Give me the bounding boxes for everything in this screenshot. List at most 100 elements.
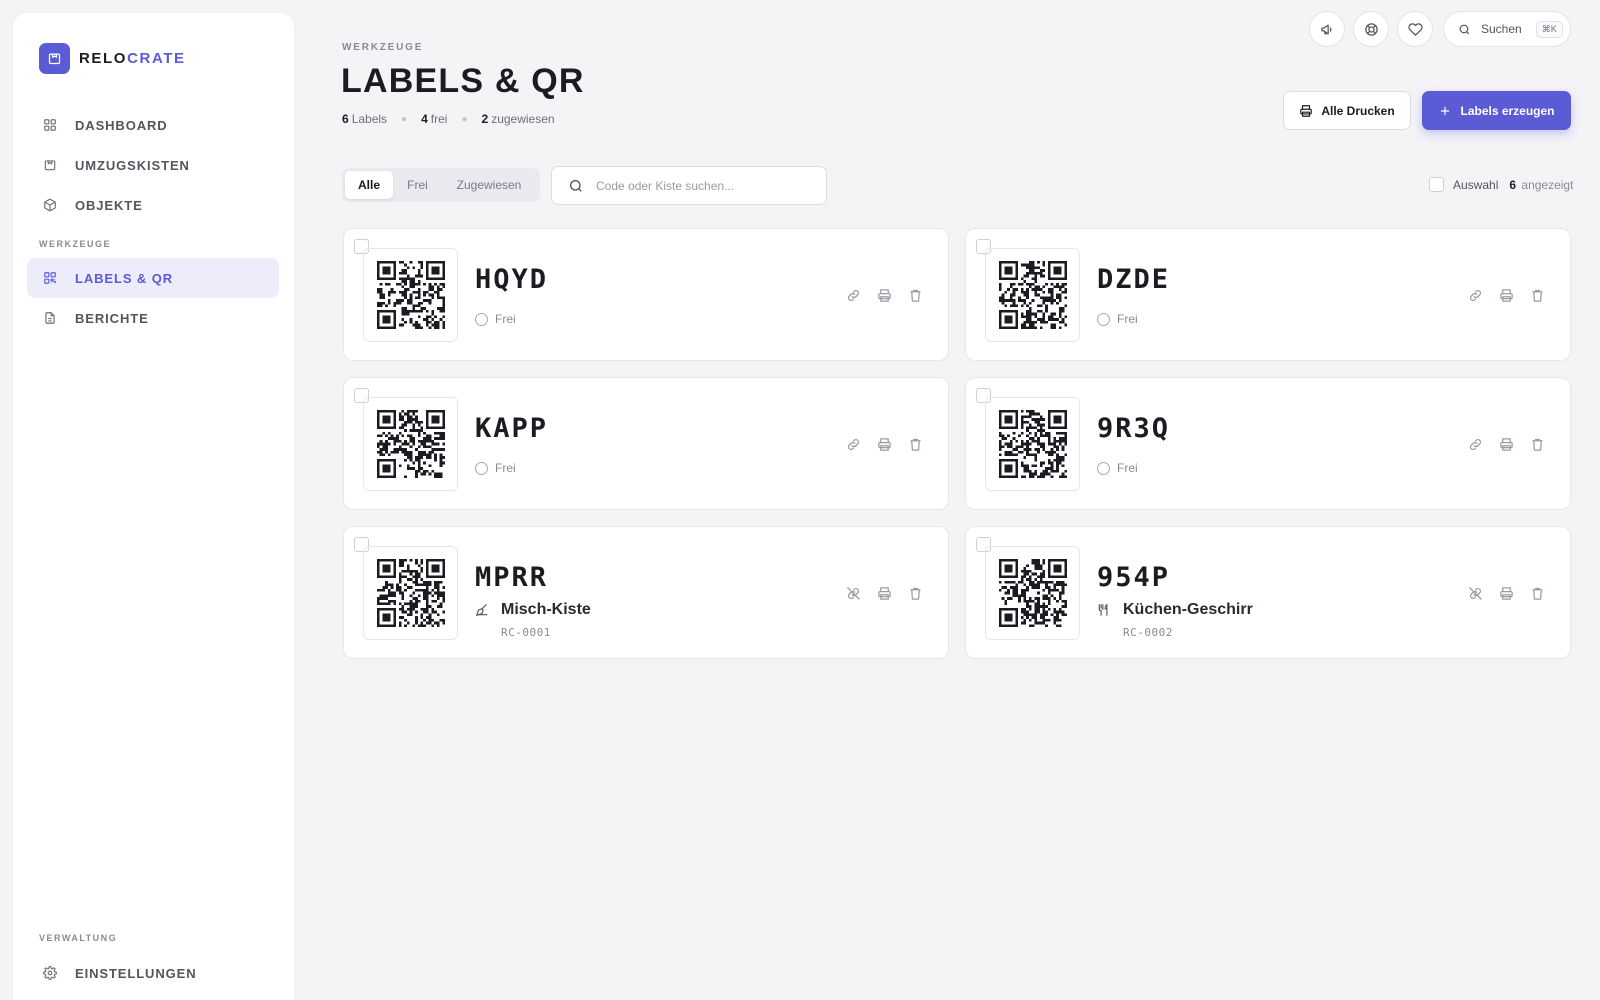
- label-code: KAPP: [475, 413, 549, 444]
- plus-icon: [1441, 106, 1450, 115]
- delete-button[interactable]: [906, 435, 924, 453]
- qr-code[interactable]: [363, 546, 458, 640]
- qr-code-icon: [376, 559, 445, 627]
- shown-count-text: angezeigt: [1521, 177, 1574, 192]
- label-card[interactable]: MPRR Misch-Kiste RC-0001: [343, 526, 949, 659]
- trash-icon: [1532, 289, 1542, 302]
- label-card[interactable]: DZDE Frei: [965, 228, 1571, 361]
- link-icon: [847, 438, 859, 450]
- label-card[interactable]: 954P Küchen-Geschirr RC-0002: [965, 526, 1571, 659]
- shown-count-number: 6: [1509, 177, 1517, 192]
- print-button[interactable]: [1497, 584, 1515, 602]
- label-search-field[interactable]: [551, 166, 827, 205]
- status-badge: Frei: [1097, 312, 1138, 326]
- print-button[interactable]: [875, 286, 893, 304]
- delete-button[interactable]: [1528, 584, 1546, 602]
- card-actions: [1453, 286, 1546, 304]
- search-input[interactable]: [596, 178, 796, 193]
- sidebar-item-label: LABELS & QR: [75, 270, 174, 286]
- announcements-button[interactable]: [1309, 11, 1345, 47]
- label-card[interactable]: KAPP Frei: [343, 377, 949, 510]
- tab-frei[interactable]: Frei: [393, 171, 442, 199]
- crate-id: RC-0002: [1123, 626, 1173, 639]
- create-labels-button[interactable]: Labels erzeugen: [1422, 91, 1571, 130]
- link-button[interactable]: [1466, 286, 1484, 304]
- qr-code[interactable]: [985, 546, 1080, 640]
- sidebar-item-berichte[interactable]: BERICHTE: [27, 298, 279, 338]
- sidebar-item-umzugskisten[interactable]: UMZUGSKISTEN: [27, 145, 279, 185]
- status-circle-icon: [475, 461, 488, 475]
- link-icon: [1469, 438, 1481, 450]
- qr-code[interactable]: [985, 248, 1080, 342]
- brand[interactable]: RELOCRATE: [39, 43, 186, 74]
- brand-name-part1: RELO: [79, 50, 128, 67]
- section-label-verwaltung: VERWALTUNG: [39, 933, 118, 943]
- trash-icon: [910, 289, 920, 302]
- card-actions: [831, 286, 924, 304]
- sidebar-item-objekte[interactable]: OBJEKTE: [27, 185, 279, 225]
- section-label-werkzeuge: WERKZEUGE: [39, 239, 111, 249]
- qr-code[interactable]: [985, 397, 1080, 491]
- status-badge: Frei: [475, 312, 516, 326]
- crate-id: RC-0001: [501, 626, 551, 639]
- delete-button[interactable]: [906, 584, 924, 602]
- assigned-crate[interactable]: Küchen-Geschirr RC-0002: [1097, 601, 1253, 639]
- card-actions: [831, 435, 924, 453]
- link-button[interactable]: [844, 435, 862, 453]
- qr-code[interactable]: [363, 397, 458, 491]
- qr-code-icon: [376, 410, 445, 478]
- utensils-icon: [1098, 603, 1108, 616]
- global-search-button[interactable]: Suchen ⌘K: [1443, 11, 1571, 47]
- sidebar-item-label: UMZUGSKISTEN: [75, 157, 190, 173]
- print-button[interactable]: [875, 584, 893, 602]
- separator-dot: ●: [461, 113, 468, 125]
- status-text: Frei: [1117, 461, 1138, 475]
- print-button[interactable]: [1497, 286, 1515, 304]
- sidebar-item-label: DASHBOARD: [75, 117, 168, 133]
- print-button[interactable]: [1497, 435, 1515, 453]
- tab-alle[interactable]: Alle: [345, 171, 393, 199]
- status-text: Frei: [495, 312, 516, 326]
- print-button[interactable]: [875, 435, 893, 453]
- printer-icon: [1300, 104, 1313, 117]
- label-code: DZDE: [1097, 264, 1171, 295]
- sidebar-item-labels-qr[interactable]: LABELS & QR: [27, 258, 279, 298]
- qr-code-icon: [376, 261, 445, 329]
- label-card[interactable]: 9R3Q Frei: [965, 377, 1571, 510]
- select-all-checkbox[interactable]: [1429, 177, 1444, 192]
- printer-icon: [877, 437, 891, 451]
- trash-icon: [1532, 587, 1542, 600]
- sidebar-item-dashboard[interactable]: DASHBOARD: [27, 105, 279, 145]
- sidebar: RELOCRATE DASHBOARD UMZUGSKISTEN OBJEKTE…: [13, 13, 294, 1000]
- shortcut-hint: ⌘K: [1535, 20, 1563, 38]
- sidebar-item-einstellungen[interactable]: EINSTELLUNGEN: [27, 953, 279, 993]
- logo-icon: [39, 43, 70, 74]
- favorites-button[interactable]: [1397, 11, 1433, 47]
- broom-icon: [475, 604, 488, 617]
- tab-zugewiesen[interactable]: Zugewiesen: [442, 171, 536, 199]
- delete-button[interactable]: [906, 286, 924, 304]
- link-icon: [1469, 289, 1481, 301]
- box-icon: [44, 160, 56, 171]
- assigned-crate[interactable]: Misch-Kiste RC-0001: [475, 601, 591, 639]
- label-card[interactable]: HQYD Frei: [343, 228, 949, 361]
- megaphone-icon: [1320, 24, 1331, 34]
- gear-icon: [43, 966, 57, 980]
- select-all: Auswahl 6 angezeigt: [1429, 177, 1573, 192]
- unlink-button[interactable]: [1466, 584, 1484, 602]
- printer-icon: [1499, 437, 1513, 451]
- stat-free-count: 4: [421, 112, 428, 126]
- help-button[interactable]: [1353, 11, 1389, 47]
- status-badge: Frei: [475, 461, 516, 475]
- qr-code[interactable]: [363, 248, 458, 342]
- delete-button[interactable]: [1528, 435, 1546, 453]
- stat-labels-text: Labels: [351, 112, 388, 126]
- unlink-button[interactable]: [844, 584, 862, 602]
- link-button[interactable]: [1466, 435, 1484, 453]
- printer-icon: [1499, 586, 1513, 600]
- brand-name-part2: CRATE: [127, 50, 186, 67]
- print-all-button[interactable]: Alle Drucken: [1283, 91, 1411, 130]
- delete-button[interactable]: [1528, 286, 1546, 304]
- card-actions: [831, 584, 924, 602]
- link-button[interactable]: [844, 286, 862, 304]
